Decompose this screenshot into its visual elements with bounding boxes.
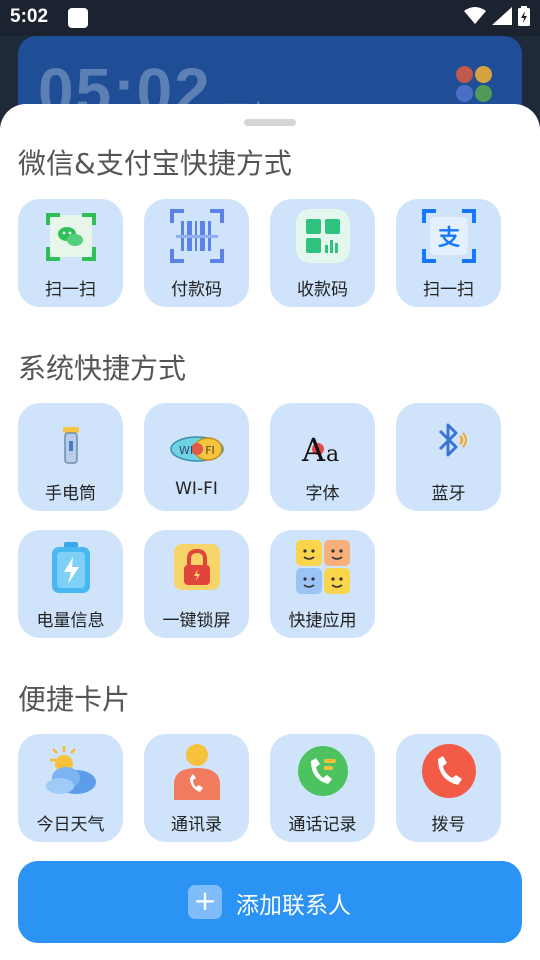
shortcut-sheet: 微信&支付宝快捷方式 扫一扫 付款码 收款码 支 扫一扫 系统快捷方式 手电筒 … (0, 104, 540, 960)
tile-label: 收款码 (297, 280, 348, 300)
alipay-scan-icon: 支 (422, 209, 476, 263)
barcode-icon (170, 209, 224, 263)
tile-lock-screen[interactable]: 一键锁屏 (144, 530, 249, 638)
section-title-system: 系统快捷方式 (18, 352, 187, 385)
svg-text:支: 支 (438, 226, 461, 251)
svg-text:WI: WI (179, 444, 193, 457)
tile-label: 拨号 (431, 815, 466, 835)
tile-label: 扫一扫 (423, 280, 474, 300)
cell-signal-icon (492, 7, 512, 25)
tile-label: 字体 (305, 484, 340, 504)
tile-label: 扫一扫 (45, 280, 96, 300)
add-contact-button[interactable]: + 添加联系人 (18, 861, 522, 943)
status-bar: 5:02 (0, 0, 540, 36)
tile-font[interactable]: A a 字体 (270, 403, 375, 511)
tile-flashlight[interactable]: 手电筒 (18, 403, 123, 511)
add-contact-label: 添加联系人 (236, 893, 351, 919)
weather-icon (46, 746, 96, 794)
battery-charging-icon (518, 6, 530, 26)
battery-icon (52, 542, 90, 593)
wifi-signal-icon (464, 7, 486, 24)
tile-wifi[interactable]: WI FI WI-FI (144, 403, 249, 511)
sheet-drag-handle[interactable] (244, 119, 296, 126)
tile-battery-info[interactable]: 电量信息 (18, 530, 123, 638)
tile-quick-apps[interactable]: 快捷应用 (270, 530, 375, 638)
qr-code-icon (296, 209, 350, 263)
wechat-scan-icon (46, 213, 96, 261)
svg-text:FI: FI (205, 444, 215, 457)
tile-wechat-scan[interactable]: 扫一扫 (18, 199, 123, 307)
plus-icon: + (188, 885, 222, 919)
svg-text:a: a (326, 442, 339, 467)
tile-bluetooth[interactable]: 蓝牙 (396, 403, 501, 511)
tile-label: 通话记录 (288, 815, 357, 835)
tile-alipay-scan[interactable]: 支 扫一扫 (396, 199, 501, 307)
tile-label: 通讯录 (171, 815, 222, 835)
tile-contacts[interactable]: 通讯录 (144, 734, 249, 842)
wifi-icon: WI FI (170, 436, 224, 462)
lock-icon (174, 544, 220, 590)
svg-text:A: A (301, 431, 326, 469)
section-title-cards: 便捷卡片 (18, 683, 131, 716)
status-time: 5:02 (10, 6, 49, 27)
tile-label: WI-FI (175, 479, 218, 499)
font-icon: A a (301, 431, 339, 469)
tile-call-log[interactable]: 通话记录 (270, 734, 375, 842)
flashlight-icon (63, 427, 79, 464)
tile-label: 快捷应用 (288, 611, 357, 631)
emoji-apps-icon (296, 540, 350, 594)
tile-label: 电量信息 (36, 611, 105, 631)
tile-label: 付款码 (171, 280, 222, 300)
app-dots-icon (456, 66, 492, 102)
bluetooth-icon (438, 423, 467, 457)
dial-icon (422, 744, 476, 798)
tile-weather[interactable]: 今日天气 (18, 734, 123, 842)
tile-label: 蓝牙 (431, 484, 466, 504)
tile-dial[interactable]: 拨号 (396, 734, 501, 842)
contacts-icon (174, 744, 220, 800)
tile-label: 今日天气 (36, 815, 105, 835)
notification-icon (68, 8, 88, 28)
call-log-icon (298, 746, 348, 796)
tile-receive-code[interactable]: 收款码 (270, 199, 375, 307)
tile-label: 手电筒 (45, 484, 96, 504)
tile-label: 一键锁屏 (162, 611, 231, 631)
tile-payment-code[interactable]: 付款码 (144, 199, 249, 307)
section-title-payments: 微信&支付宝快捷方式 (18, 147, 292, 180)
